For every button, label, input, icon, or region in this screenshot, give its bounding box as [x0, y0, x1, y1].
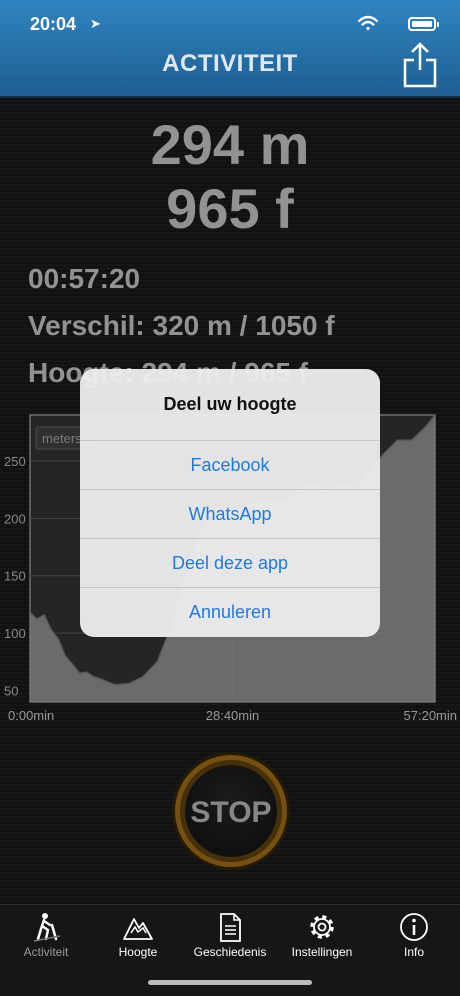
tab-label: Hoogte — [118, 945, 158, 959]
tab-label: Instellingen — [291, 945, 353, 959]
tab-geschiedenis[interactable]: Geschiedenis — [184, 911, 276, 971]
hiker-icon — [33, 913, 61, 942]
battery-icon — [408, 17, 439, 31]
cancel-button[interactable]: Annuleren — [80, 587, 380, 636]
tab-info[interactable]: Info — [368, 911, 460, 971]
share-icon[interactable] — [402, 40, 438, 90]
tab-activiteit[interactable]: Activiteit — [0, 911, 92, 971]
document-icon — [220, 913, 241, 942]
wifi-icon — [358, 15, 378, 31]
tab-label: Activiteit — [23, 945, 69, 959]
tab-label: Info — [403, 945, 424, 959]
facebook-button[interactable]: Facebook — [80, 440, 380, 489]
gear-icon — [310, 915, 334, 939]
tab-label: Geschiedenis — [193, 945, 267, 959]
page-title: ACTIVITEIT — [162, 50, 298, 77]
mountain-icon — [123, 918, 153, 940]
location-arrow-icon: ➤ — [90, 16, 101, 31]
status-time: 20:04 — [30, 14, 77, 34]
tab-instellingen[interactable]: Instellingen — [276, 911, 368, 971]
info-icon — [400, 913, 428, 941]
share-app-button[interactable]: Deel deze app — [80, 538, 380, 587]
whatsapp-button[interactable]: WhatsApp — [80, 489, 380, 538]
home-indicator — [148, 980, 312, 985]
status-bar: 20:04 ➤ — [30, 14, 439, 38]
tab-hoogte[interactable]: Hoogte — [92, 911, 184, 971]
navigation-bar: 20:04 ➤ ACTIVITEIT — [0, 0, 460, 98]
share-dialog: Deel uw hoogte Facebook WhatsApp Deel de… — [80, 369, 380, 637]
dialog-title: Deel uw hoogte — [163, 394, 297, 414]
